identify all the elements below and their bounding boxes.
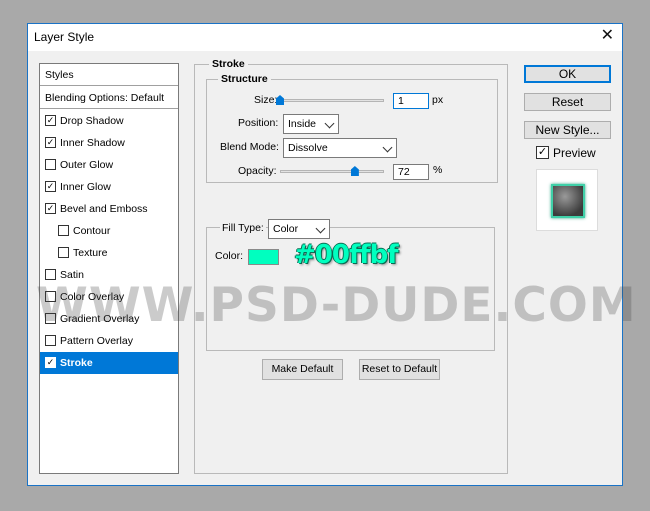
preview-square: [551, 184, 585, 218]
opacity-slider[interactable]: [280, 170, 384, 173]
style-item-label: Inner Glow: [60, 181, 111, 193]
opacity-slider-thumb[interactable]: [350, 166, 359, 176]
fill-type-label: Fill Type:: [220, 222, 266, 234]
styles-list: Styles Blending Options: Default ✓ Drop S…: [39, 63, 179, 474]
size-unit: px: [432, 94, 444, 106]
style-item-satin[interactable]: Satin: [40, 264, 178, 286]
style-item-label: Outer Glow: [60, 159, 114, 171]
style-item-inner-glow[interactable]: ✓ Inner Glow: [40, 176, 178, 198]
preview-label: Preview: [553, 146, 596, 160]
make-default-button[interactable]: Make Default: [262, 359, 343, 380]
reset-button[interactable]: Reset: [524, 93, 611, 111]
reset-to-default-button[interactable]: Reset to Default: [359, 359, 440, 380]
check-icon[interactable]: [45, 290, 56, 302]
blending-options-label: Blending Options: Default: [45, 92, 165, 104]
check-icon[interactable]: [58, 224, 69, 236]
style-item-label: Stroke: [60, 357, 93, 369]
style-item-contour[interactable]: Contour: [40, 220, 178, 242]
size-input[interactable]: 1: [393, 93, 429, 109]
style-item-label: Texture: [73, 247, 108, 259]
style-item-inner-shadow[interactable]: ✓ Inner Shadow: [40, 132, 178, 154]
opacity-unit: %: [433, 164, 443, 176]
check-icon[interactable]: ✓: [45, 180, 56, 192]
blend-mode-select[interactable]: Dissolve: [283, 138, 397, 158]
blending-options-item[interactable]: Blending Options: Default: [40, 87, 178, 109]
new-style-button[interactable]: New Style...: [524, 121, 611, 139]
color-swatch[interactable]: [248, 249, 279, 265]
fill-group: Fill Type: Color Color: #00ffbf: [206, 219, 495, 351]
check-icon[interactable]: ✓: [45, 202, 56, 214]
check-icon[interactable]: ✓: [45, 356, 56, 368]
blend-mode-value: Dissolve: [288, 142, 328, 154]
style-item-outer-glow[interactable]: Outer Glow: [40, 154, 178, 176]
styles-header-label: Styles: [45, 69, 74, 81]
style-item-gradient-overlay[interactable]: Gradient Overlay: [40, 308, 178, 330]
style-item-pattern-overlay[interactable]: Pattern Overlay: [40, 330, 178, 352]
chevron-down-icon: [324, 118, 335, 129]
stroke-section-title: Stroke: [209, 58, 248, 70]
check-icon: ✓: [536, 146, 549, 160]
opacity-input[interactable]: 72: [393, 164, 429, 180]
preview-checkbox[interactable]: ✓ Preview: [536, 146, 596, 160]
position-value: Inside: [288, 118, 317, 130]
chevron-down-icon: [382, 142, 393, 153]
size-label: Size:: [254, 94, 278, 106]
check-icon[interactable]: [45, 158, 56, 170]
style-item-stroke[interactable]: ✓ Stroke: [40, 352, 178, 374]
position-label: Position:: [238, 117, 279, 129]
check-icon[interactable]: ✓: [45, 136, 56, 148]
fill-type-value: Color: [273, 223, 299, 235]
style-item-label: Gradient Overlay: [60, 313, 140, 325]
style-item-drop-shadow[interactable]: ✓ Drop Shadow: [40, 110, 178, 132]
color-hex-annotation: #00ffbf: [294, 240, 399, 270]
color-label: Color:: [215, 250, 244, 262]
style-item-label: Drop Shadow: [60, 115, 124, 127]
position-select[interactable]: Inside: [283, 114, 339, 134]
check-icon[interactable]: ✓: [45, 114, 56, 126]
stroke-panel: Stroke Structure Size: 1 px Position: In…: [194, 58, 508, 474]
style-item-label: Contour: [73, 225, 111, 237]
layer-style-dialog: Layer Style ✕ Styles Blending Options: D…: [27, 23, 623, 486]
style-item-texture[interactable]: Texture: [40, 242, 178, 264]
check-icon[interactable]: [45, 334, 56, 346]
check-icon[interactable]: [45, 312, 56, 324]
structure-group: Structure Size: 1 px Position: Inside Bl…: [206, 73, 498, 183]
style-item-label: Inner Shadow: [60, 137, 125, 149]
style-item-label: Satin: [60, 269, 84, 281]
fill-type-select[interactable]: Color: [268, 219, 330, 239]
window-title: Layer Style: [34, 30, 95, 44]
ok-button[interactable]: OK: [524, 65, 611, 83]
style-item-label: Pattern Overlay: [60, 335, 133, 347]
style-item-bevel-and-emboss[interactable]: ✓ Bevel and Emboss: [40, 198, 178, 220]
opacity-label: Opacity:: [238, 165, 277, 177]
preview-thumbnail: [536, 169, 598, 231]
size-slider[interactable]: [280, 99, 384, 102]
close-icon[interactable]: ✕: [601, 28, 614, 44]
title-bar: Layer Style ✕: [28, 24, 622, 51]
chevron-down-icon: [315, 223, 326, 234]
style-item-color-overlay[interactable]: Color Overlay: [40, 286, 178, 308]
structure-title: Structure: [218, 73, 271, 85]
check-icon[interactable]: [58, 246, 69, 258]
style-item-label: Bevel and Emboss: [60, 203, 148, 215]
blend-mode-label: Blend Mode:: [220, 141, 279, 153]
styles-header[interactable]: Styles: [40, 64, 178, 86]
check-icon[interactable]: [45, 268, 56, 280]
style-item-label: Color Overlay: [60, 291, 125, 303]
